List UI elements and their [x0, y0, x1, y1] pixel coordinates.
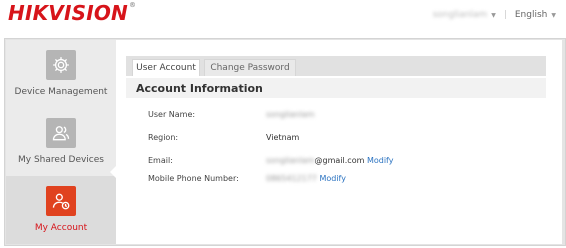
tab-user-account[interactable]: User Account [132, 59, 200, 76]
brand-name: HIKVISION [8, 1, 128, 25]
brand-logo[interactable]: HIKVISION® [8, 1, 136, 25]
phone-value: 0865412177 Modify [266, 174, 346, 183]
sidebar-item-my-account[interactable]: My Account [6, 176, 116, 244]
region-label: Region: [148, 133, 179, 142]
sidebar-item-label: My Account [34, 223, 88, 233]
username-value: songlianlam [266, 110, 315, 119]
region-value: Vietnam [266, 133, 300, 142]
modify-email-link[interactable]: Modify [367, 156, 394, 165]
top-bar: HIKVISION® songlianlam ▼ | English ▼ [0, 0, 566, 36]
sidebar-item-my-shared-devices[interactable]: My Shared Devices [6, 108, 116, 176]
gear-icon [46, 50, 76, 80]
phone-label: Mobile Phone Number: [148, 174, 239, 183]
shared-users-icon [46, 118, 76, 148]
chevron-down-icon[interactable]: ▼ [491, 12, 496, 19]
email-label: Email: [148, 156, 173, 165]
email-domain: @gmail.com [314, 156, 365, 165]
email-user: songlianlam [266, 156, 315, 165]
sidebar-item-label: My Shared Devices [18, 155, 104, 165]
language-menu[interactable]: English [515, 10, 548, 20]
username-label: User Name: [148, 110, 196, 119]
sidebar: Device Management My Shared Devices My A… [6, 40, 116, 244]
phone-number: 0865412177 [266, 174, 317, 183]
section-title: Account Information [136, 82, 263, 95]
registered-mark: ® [128, 1, 137, 9]
divider: | [503, 10, 507, 20]
account-icon [46, 186, 76, 216]
chevron-down-icon[interactable]: ▼ [551, 12, 556, 19]
tab-bar: User Account Change Password [126, 56, 546, 76]
user-area: songlianlam ▼ | English ▼ [433, 10, 556, 20]
sidebar-item-device-management[interactable]: Device Management [6, 40, 116, 108]
tab-change-password[interactable]: Change Password [204, 59, 296, 76]
sidebar-item-label: Device Management [14, 87, 108, 97]
modify-phone-link[interactable]: Modify [319, 174, 346, 183]
email-value: songlianlam@gmail.com Modify [266, 156, 393, 165]
username-menu[interactable]: songlianlam [433, 10, 488, 20]
content-panel: User Account Change Password Account Inf… [116, 40, 562, 244]
